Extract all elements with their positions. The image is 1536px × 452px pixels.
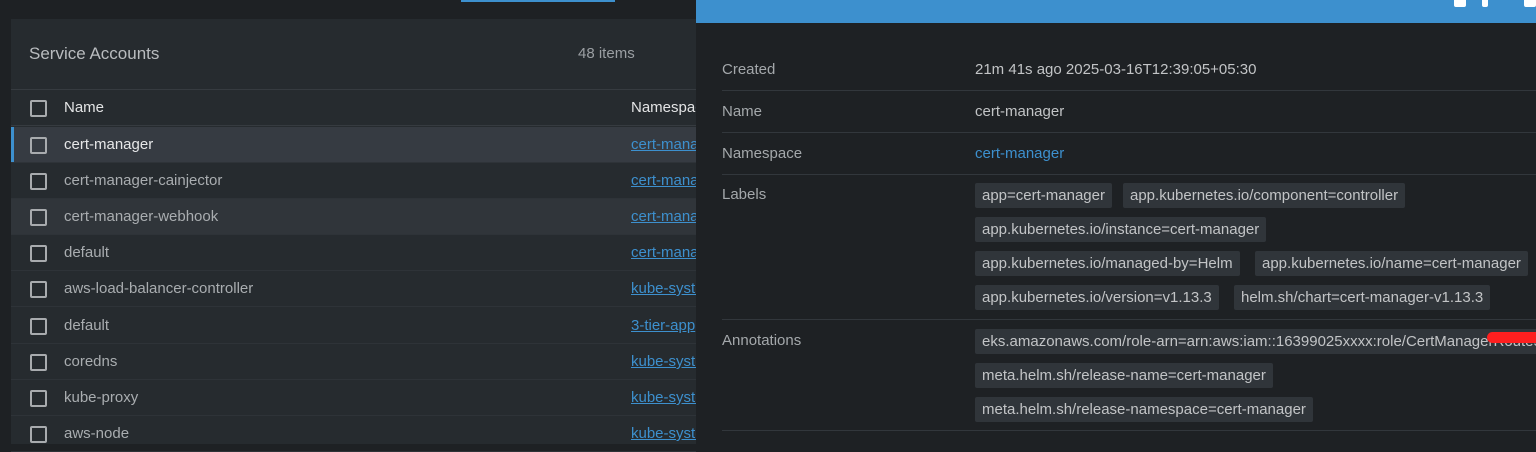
active-tab-indicator bbox=[461, 0, 615, 2]
created-value: 21m 41s ago 2025-03-16T12:39:05+05:30 bbox=[975, 61, 1257, 78]
label-chip: app.kubernetes.io/name=cert-manager bbox=[1255, 251, 1528, 276]
row-namespace-link[interactable]: cert-manager bbox=[631, 208, 696, 225]
detail-row-labels: Labels app=cert-manager app.kubernetes.i… bbox=[722, 175, 1536, 320]
detail-label: Name bbox=[722, 103, 763, 120]
label-chip: app.kubernetes.io/component=controller bbox=[1123, 183, 1406, 208]
table-row[interactable]: coredns kube-system bbox=[11, 344, 696, 380]
table-row[interactable]: cert-manager-webhook cert-manager bbox=[11, 199, 696, 235]
name-value: cert-manager bbox=[975, 103, 1065, 120]
row-name: cert-manager bbox=[64, 136, 154, 153]
row-namespace-link[interactable]: kube-system bbox=[631, 353, 696, 370]
detail-label: Labels bbox=[722, 186, 767, 203]
column-header-namespace[interactable]: Namespace bbox=[631, 99, 696, 116]
close-icon[interactable] bbox=[1524, 0, 1536, 7]
row-name: aws-load-balancer-controller bbox=[64, 280, 254, 297]
select-all-checkbox[interactable] bbox=[30, 100, 47, 117]
table-header-row: Name Namespace bbox=[11, 90, 696, 126]
service-accounts-list-area: Service Accounts 48 items Name Namespa ce… bbox=[0, 0, 696, 452]
label-chip: helm.sh/chart=cert-manager-v1.13.3 bbox=[1234, 285, 1491, 310]
details-drawer: Created 21m 41s ago 2025-03-16T12:39:05+… bbox=[696, 0, 1536, 444]
row-checkbox[interactable] bbox=[30, 173, 47, 190]
row-name: aws-node bbox=[64, 425, 130, 442]
label-chip: app.kubernetes.io/instance=cert-manager bbox=[975, 217, 1267, 242]
row-name: coredns bbox=[64, 353, 118, 370]
row-namespace-link[interactable]: cert-manager bbox=[631, 172, 696, 189]
row-namespace-link[interactable]: kube-system bbox=[631, 425, 696, 442]
annotation-chip: meta.helm.sh/release-name=cert-manager bbox=[975, 363, 1273, 388]
row-name: default bbox=[64, 317, 110, 334]
row-checkbox[interactable] bbox=[30, 354, 47, 371]
row-checkbox[interactable] bbox=[30, 209, 47, 226]
row-name: cert-manager-cainjector bbox=[64, 172, 223, 189]
row-namespace-link[interactable]: 3-tier-app bbox=[631, 317, 696, 334]
annotation-chip: eks.amazonaws.com/role-arn=arn:aws:iam::… bbox=[975, 329, 1536, 354]
menu-icon[interactable] bbox=[1482, 0, 1488, 7]
redaction-mark bbox=[1487, 332, 1536, 343]
row-name: kube-proxy bbox=[64, 389, 139, 406]
table-row[interactable]: cert-manager cert-manager bbox=[11, 127, 696, 163]
table-row[interactable]: default 3-tier-app bbox=[11, 308, 696, 344]
detail-label: Annotations bbox=[722, 332, 802, 349]
label-chip: app.kubernetes.io/version=v1.13.3 bbox=[975, 285, 1219, 310]
selected-row-indicator bbox=[11, 127, 14, 162]
row-name: cert-manager-webhook bbox=[64, 208, 219, 225]
row-name: default bbox=[64, 244, 110, 261]
annotation-text: eks.amazonaws.com/role-arn=arn:aws:iam::… bbox=[982, 333, 1536, 350]
row-checkbox[interactable] bbox=[30, 426, 47, 443]
detail-row-created: Created 21m 41s ago 2025-03-16T12:39:05+… bbox=[722, 48, 1536, 91]
drawer-body: Created 21m 41s ago 2025-03-16T12:39:05+… bbox=[696, 23, 1536, 444]
column-header-name[interactable]: Name bbox=[64, 99, 104, 116]
panel-title: Service Accounts bbox=[29, 44, 160, 63]
row-namespace-link[interactable]: cert-manager bbox=[631, 244, 696, 261]
edit-icon[interactable] bbox=[1454, 0, 1466, 7]
detail-row-annotations: Annotations eks.amazonaws.com/role-arn=a… bbox=[722, 320, 1536, 431]
detail-row-namespace: Namespace cert-manager bbox=[722, 133, 1536, 175]
label-chip: app.kubernetes.io/managed-by=Helm bbox=[975, 251, 1240, 276]
table-row[interactable]: aws-load-balancer-controller kube-system bbox=[11, 271, 696, 307]
row-checkbox[interactable] bbox=[30, 137, 47, 154]
label-chip: app=cert-manager bbox=[975, 183, 1112, 208]
table-row[interactable]: kube-proxy kube-system bbox=[11, 380, 696, 416]
row-checkbox[interactable] bbox=[30, 390, 47, 407]
detail-row-name: Name cert-manager bbox=[722, 91, 1536, 133]
panel-header: Service Accounts 48 items bbox=[11, 19, 696, 90]
row-checkbox[interactable] bbox=[30, 245, 47, 262]
row-namespace-link[interactable]: kube-system bbox=[631, 389, 696, 406]
row-namespace-link[interactable]: cert-manager bbox=[631, 136, 696, 153]
top-toolbar-strip bbox=[0, 0, 696, 19]
table-row[interactable]: cert-manager-cainjector cert-manager bbox=[11, 163, 696, 199]
table-row[interactable]: default cert-manager bbox=[11, 235, 696, 271]
namespace-link[interactable]: cert-manager bbox=[975, 145, 1064, 162]
row-namespace-link[interactable]: kube-system bbox=[631, 280, 696, 297]
detail-label: Namespace bbox=[722, 145, 803, 162]
row-checkbox[interactable] bbox=[30, 318, 47, 335]
row-checkbox[interactable] bbox=[30, 281, 47, 298]
detail-label: Created bbox=[722, 61, 776, 78]
items-count: 48 items bbox=[578, 45, 635, 62]
drawer-title-bar bbox=[696, 0, 1536, 23]
annotation-chip: meta.helm.sh/release-namespace=cert-mana… bbox=[975, 397, 1313, 422]
table-row[interactable]: aws-node kube-system bbox=[11, 416, 696, 452]
service-accounts-panel: Service Accounts 48 items Name Namespa ce… bbox=[11, 19, 696, 452]
